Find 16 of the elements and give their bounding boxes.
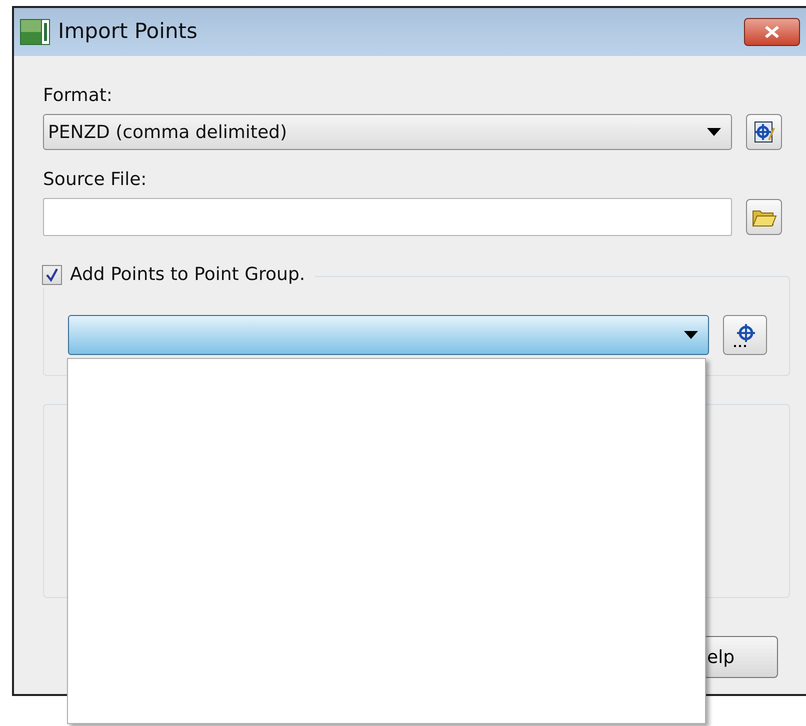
caret-icon [684, 331, 698, 339]
field-label: Format: [43, 84, 114, 108]
format-dropdown[interactable]: PENZD (comma delimited) [43, 114, 732, 150]
format-settings-button[interactable] [746, 114, 782, 150]
checkbox[interactable] [42, 264, 62, 284]
point-group-dropdown[interactable] [68, 315, 709, 355]
map-icon [20, 19, 50, 45]
browse-button[interactable] [746, 199, 782, 235]
window-title: Import Points [58, 18, 198, 46]
source-file-field[interactable] [43, 198, 732, 236]
close-button[interactable] [744, 18, 800, 46]
field-label: Source File: [43, 168, 148, 192]
point-group-button[interactable] [723, 315, 767, 355]
close-icon [763, 24, 781, 39]
caret-icon [707, 128, 721, 136]
checkbox-label: Add Points to Point Group. [70, 263, 306, 287]
